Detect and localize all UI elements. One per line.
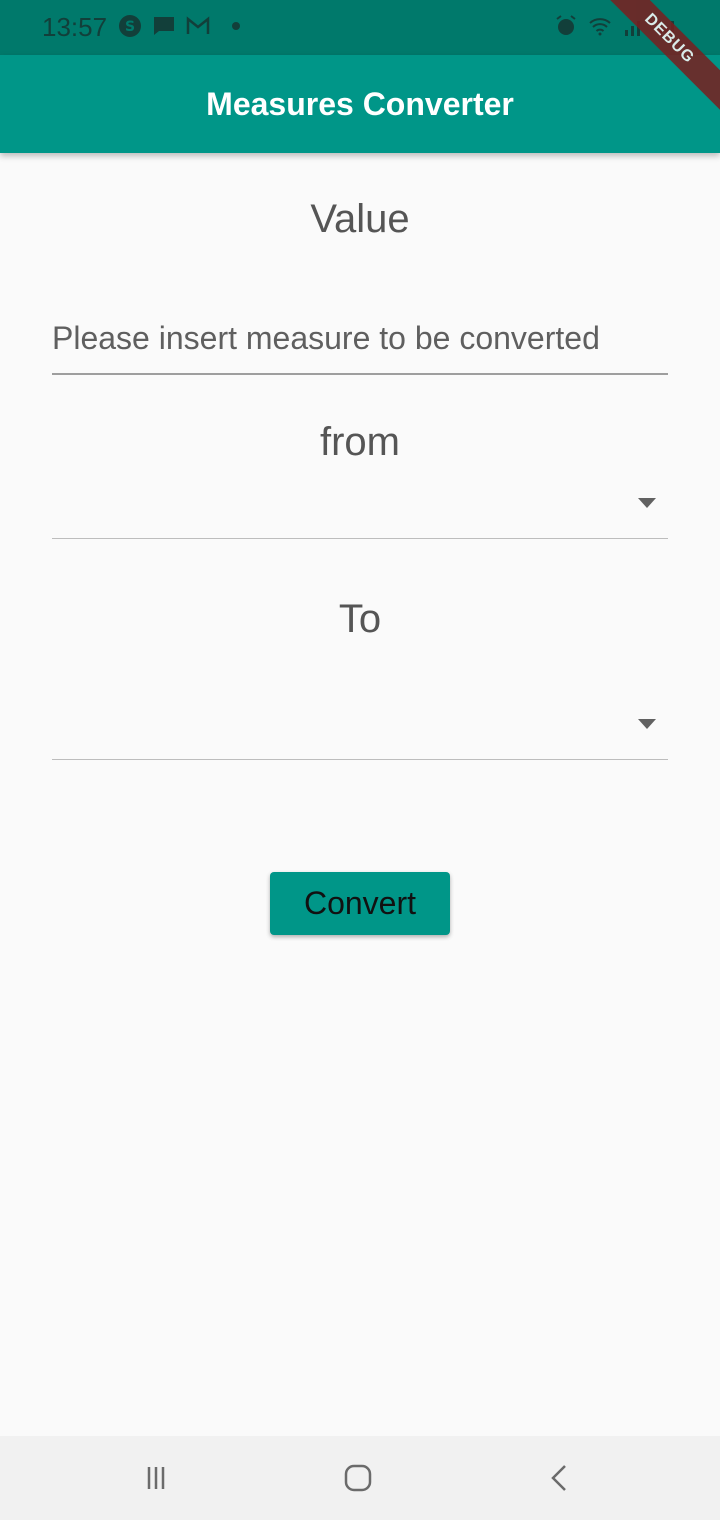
skype-icon: S — [118, 14, 142, 38]
dropdown-arrow-icon — [638, 719, 656, 729]
svg-text:S: S — [125, 19, 135, 35]
from-dropdown[interactable] — [52, 478, 668, 539]
status-bar: 13:57 S — [0, 0, 720, 55]
from-label: from — [320, 420, 400, 464]
notification-dot-icon — [232, 22, 240, 30]
convert-button[interactable]: Convert — [270, 872, 450, 935]
alarm-icon — [554, 14, 578, 38]
value-label: Value — [310, 197, 410, 241]
message-icon — [152, 14, 176, 38]
value-input[interactable] — [52, 303, 668, 375]
back-icon[interactable] — [540, 1458, 580, 1498]
status-time: 13:57 — [42, 12, 108, 42]
navigation-bar — [0, 1436, 720, 1520]
dropdown-arrow-icon — [638, 498, 656, 508]
home-icon[interactable] — [338, 1458, 378, 1498]
to-label: To — [338, 597, 382, 641]
wifi-icon — [588, 14, 612, 38]
app-title: Measures Converter — [206, 85, 514, 122]
gmail-icon — [186, 14, 210, 38]
to-dropdown[interactable] — [52, 699, 668, 760]
app-bar: Measures Converter — [0, 55, 720, 153]
recent-apps-icon[interactable] — [136, 1458, 176, 1498]
